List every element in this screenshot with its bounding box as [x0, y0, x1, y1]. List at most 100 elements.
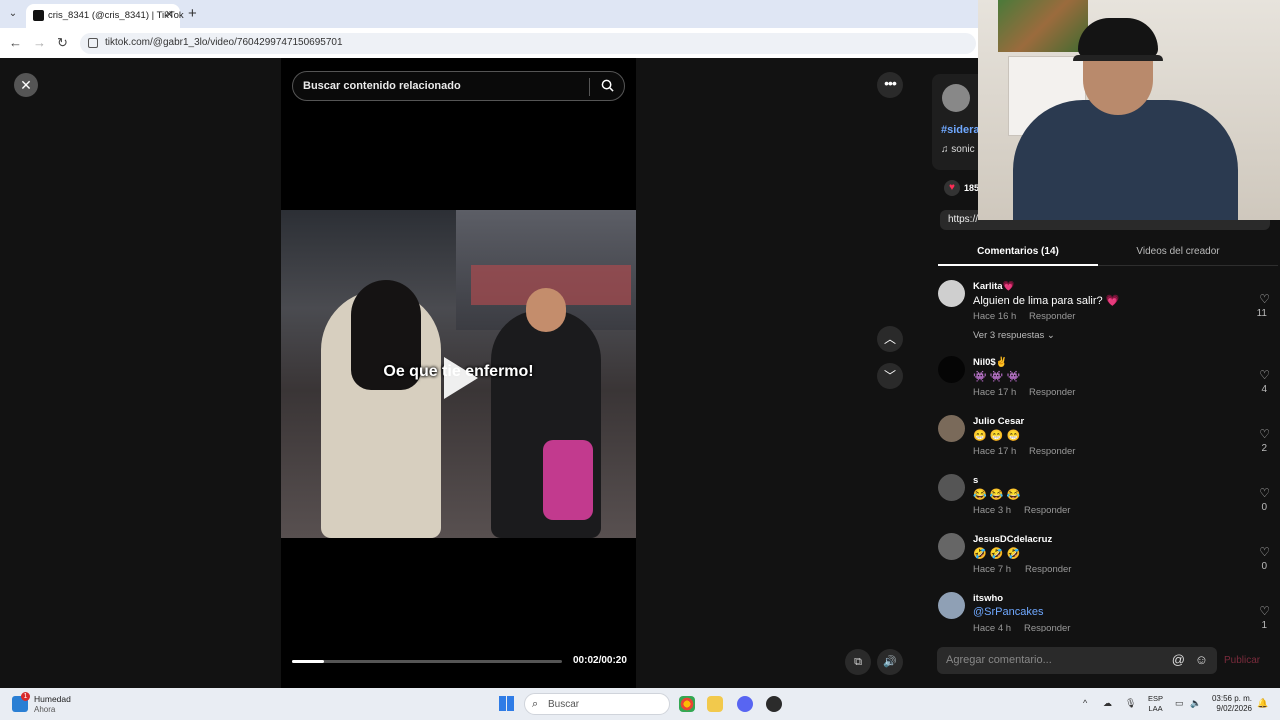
search-icon[interactable] — [601, 79, 614, 92]
commenter-name[interactable]: JesusDCdelacruz — [973, 534, 1052, 545]
video-pink-bag — [543, 440, 593, 520]
site-info-icon[interactable] — [88, 38, 98, 48]
more-options-button[interactable]: ••• — [877, 72, 903, 98]
webcam-wall-poster — [998, 0, 1088, 52]
reply-button[interactable]: Responder — [1025, 564, 1071, 575]
new-tab-button[interactable]: + — [188, 5, 197, 22]
taskbar-search-text: Buscar — [548, 699, 580, 710]
forward-button[interactable]: → — [33, 35, 46, 50]
time-readout: 00:02/00:20 — [573, 655, 627, 666]
comment-like-count: 0 — [1261, 561, 1267, 572]
music-link[interactable]: ♫ sonic — [941, 144, 975, 155]
comment-list[interactable]: Karlita💗 Alguien de lima para salir? 💗 H… — [938, 274, 1278, 632]
author-avatar[interactable] — [942, 84, 970, 112]
comment-like-icon[interactable]: ♡ — [1259, 604, 1270, 618]
video-frame[interactable]: Oe que tie enfermo! — [281, 210, 636, 538]
commenter-name[interactable]: s — [973, 475, 978, 486]
tab-search-button[interactable]: ⌄ — [4, 5, 22, 23]
hashtag-link[interactable]: #sidera — [941, 124, 980, 136]
clock[interactable]: 03:56 p. m. 9/02/2026 — [1206, 694, 1252, 714]
comment-like-icon[interactable]: ♡ — [1259, 545, 1270, 559]
tab-title: cris_8341 (@cris_8341) | TikTok — [48, 10, 184, 21]
url-field[interactable]: tiktok.com/@gabr1_3lo/video/760429974715… — [80, 33, 976, 54]
comment-mention-link[interactable]: @SrPancakes — [973, 606, 1043, 618]
webcam-person-body — [1013, 100, 1238, 220]
comment-time: Hace 3 h — [973, 505, 1012, 516]
obs-icon[interactable] — [766, 696, 782, 712]
comment-time: Hace 7 h — [973, 564, 1012, 575]
close-video-button[interactable]: ✕ — [14, 73, 38, 97]
commenter-name[interactable]: Karlita💗 — [973, 281, 1014, 292]
commenter-avatar[interactable] — [938, 592, 965, 619]
previous-video-button[interactable]: ︿ — [877, 326, 903, 352]
browser-tab[interactable]: cris_8341 (@cris_8341) | TikTok ✕ — [26, 4, 184, 28]
comment-like-icon[interactable]: ♡ — [1259, 368, 1270, 382]
panel-tabs: Comentarios (14) Videos del creador — [938, 240, 1278, 266]
file-explorer-icon[interactable] — [707, 696, 723, 712]
comment-item: Karlita💗 Alguien de lima para salir? 💗 H… — [938, 274, 1278, 341]
commenter-name[interactable]: Julio Cesar — [973, 416, 1024, 427]
publish-button[interactable]: Publicar — [1224, 655, 1260, 666]
onedrive-icon[interactable]: ☁ — [1103, 698, 1112, 709]
microphone-icon[interactable]: 🎙 — [1125, 698, 1136, 709]
back-button[interactable]: ← — [9, 35, 22, 50]
mention-icon[interactable]: @ — [1172, 652, 1185, 667]
taskbar-search[interactable]: ⌕ Buscar — [524, 693, 670, 715]
comment-like-icon[interactable]: ♡ — [1259, 292, 1270, 306]
commenter-name[interactable]: itswho — [973, 593, 1003, 604]
reply-button[interactable]: Responder — [1029, 387, 1075, 398]
commenter-avatar[interactable] — [938, 415, 965, 442]
comment-like-count: 1 — [1261, 620, 1267, 631]
notification-icon[interactable]: 🔔 — [1257, 698, 1268, 709]
webcam-headphones — [1073, 55, 1163, 65]
like-heart-icon[interactable]: ♥ — [944, 180, 960, 196]
reply-button[interactable]: Responder — [1024, 505, 1070, 516]
share-link-text: https:// — [948, 214, 979, 225]
video-player[interactable]: Buscar contenido relacionado Oe que tie … — [281, 58, 636, 688]
play-icon[interactable] — [444, 357, 478, 399]
tab-comments[interactable]: Comentarios (14) — [938, 246, 1098, 257]
tray-overflow-icon[interactable]: ^ — [1083, 698, 1087, 708]
commenter-avatar[interactable] — [938, 280, 965, 307]
start-icon[interactable] — [499, 696, 514, 711]
comment-time: Hace 17 h — [973, 387, 1017, 398]
emoji-icon[interactable]: ☺ — [1195, 652, 1208, 667]
progress-fill — [292, 660, 325, 663]
tab-creator-videos[interactable]: Videos del creador — [1098, 246, 1258, 257]
reply-button[interactable]: Responder — [1029, 311, 1075, 322]
comment-text: 👾 👾 👾 — [973, 371, 1021, 383]
comment-like-count: 0 — [1261, 502, 1267, 513]
reply-button[interactable]: Responder — [1024, 623, 1070, 632]
reload-button[interactable]: ↻ — [57, 35, 68, 51]
language-indicator[interactable]: ESP LAA — [1148, 694, 1163, 714]
network-icon[interactable]: ▭ — [1175, 698, 1184, 709]
tiktok-favicon-icon — [33, 10, 44, 21]
weather-subtitle: Ahora — [34, 705, 56, 714]
clock-time: 03:56 p. m. — [1211, 694, 1252, 703]
like-count: 185 — [964, 183, 980, 193]
webcam-overlay — [978, 0, 1280, 220]
progress-bar[interactable] — [292, 660, 562, 663]
chrome-icon[interactable] — [679, 696, 695, 712]
discord-icon[interactable] — [737, 696, 753, 712]
reply-button[interactable]: Responder — [1029, 446, 1075, 457]
commenter-avatar[interactable] — [938, 474, 965, 501]
speaker-icon[interactable]: 🔈 — [1190, 698, 1201, 709]
windows-taskbar: 1 Humedad Ahora ⌕ Buscar ^ ☁ 🎙 ESP LAA ▭… — [0, 688, 1280, 720]
see-replies-button[interactable]: Ver 3 respuestas ⌄ — [973, 330, 1055, 341]
pip-icon[interactable]: ⧉ — [845, 649, 871, 675]
related-search-input[interactable]: Buscar contenido relacionado — [292, 71, 625, 101]
commenter-avatar[interactable] — [938, 533, 965, 560]
active-tab-indicator — [938, 264, 1098, 266]
comment-time: Hace 17 h — [973, 446, 1017, 457]
commenter-name[interactable]: Nil0$✌ — [973, 357, 1008, 368]
comment-item: Nil0$✌ 👾 👾 👾 Hace 17 h Responder ♡ 4 — [938, 350, 1278, 406]
tab-close-icon[interactable]: ✕ — [165, 8, 174, 21]
volume-icon[interactable]: 🔊 — [877, 649, 903, 675]
commenter-avatar[interactable] — [938, 356, 965, 383]
comment-like-icon[interactable]: ♡ — [1259, 427, 1270, 441]
add-comment-input[interactable]: Agregar comentario... @ ☺ — [937, 647, 1217, 674]
comment-like-icon[interactable]: ♡ — [1259, 486, 1270, 500]
next-video-button[interactable]: ﹀ — [877, 363, 903, 389]
weather-title[interactable]: Humedad — [34, 694, 71, 704]
